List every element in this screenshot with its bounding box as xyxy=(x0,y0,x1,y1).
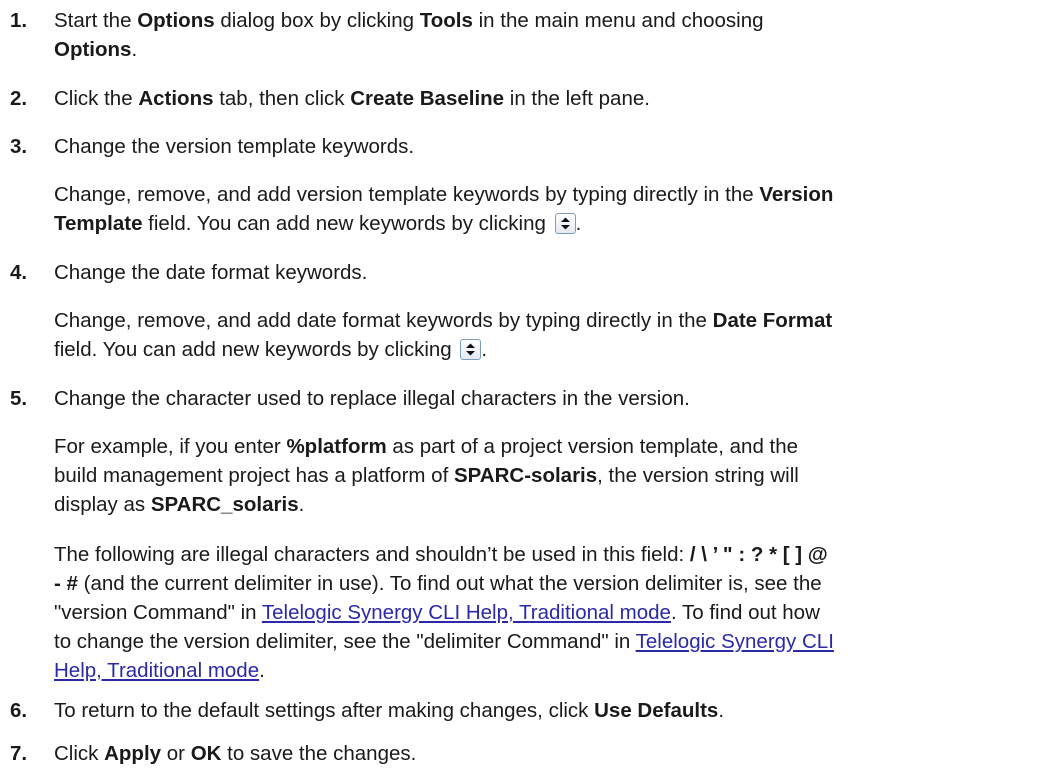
step-number: 1. xyxy=(10,9,28,32)
step-number: 7. xyxy=(10,742,28,765)
step-text: Change the version template keywords. xyxy=(54,135,415,158)
step-text: Click the Actions tab, then click Create… xyxy=(54,87,650,110)
step-text: Change the date format keywords. xyxy=(54,261,368,284)
step-text: Change the character used to replace ill… xyxy=(54,387,690,410)
step-number: 3. xyxy=(10,135,28,158)
step-number: 6. xyxy=(10,699,28,722)
spinner-up-down-icon xyxy=(554,213,576,234)
instructions-document: 1. Start the Options dialog box by click… xyxy=(0,0,1063,777)
step-text: To return to the default settings after … xyxy=(54,699,725,722)
cli-help-link[interactable]: Telelogic Synergy CLI xyxy=(636,630,834,653)
step-4-detail: Change, remove, and add date format keyw… xyxy=(54,309,833,361)
step-text: Start the Options dialog box by clicking… xyxy=(54,9,764,61)
step-5-illegal-chars: The following are illegal characters and… xyxy=(54,543,834,682)
step-number: 5. xyxy=(10,387,28,410)
step-text: Click Apply or OK to save the changes. xyxy=(54,742,417,765)
cli-help-link[interactable]: Help, Traditional mode xyxy=(54,659,259,682)
step-number: 4. xyxy=(10,261,28,284)
step-5-example: For example, if you enter %platform as p… xyxy=(54,435,799,516)
cli-help-link[interactable]: Telelogic Synergy CLI Help, Traditional … xyxy=(262,601,671,624)
spinner-up-down-icon xyxy=(460,339,482,360)
step-3-detail: Change, remove, and add version template… xyxy=(54,183,834,235)
step-number: 2. xyxy=(10,87,28,110)
